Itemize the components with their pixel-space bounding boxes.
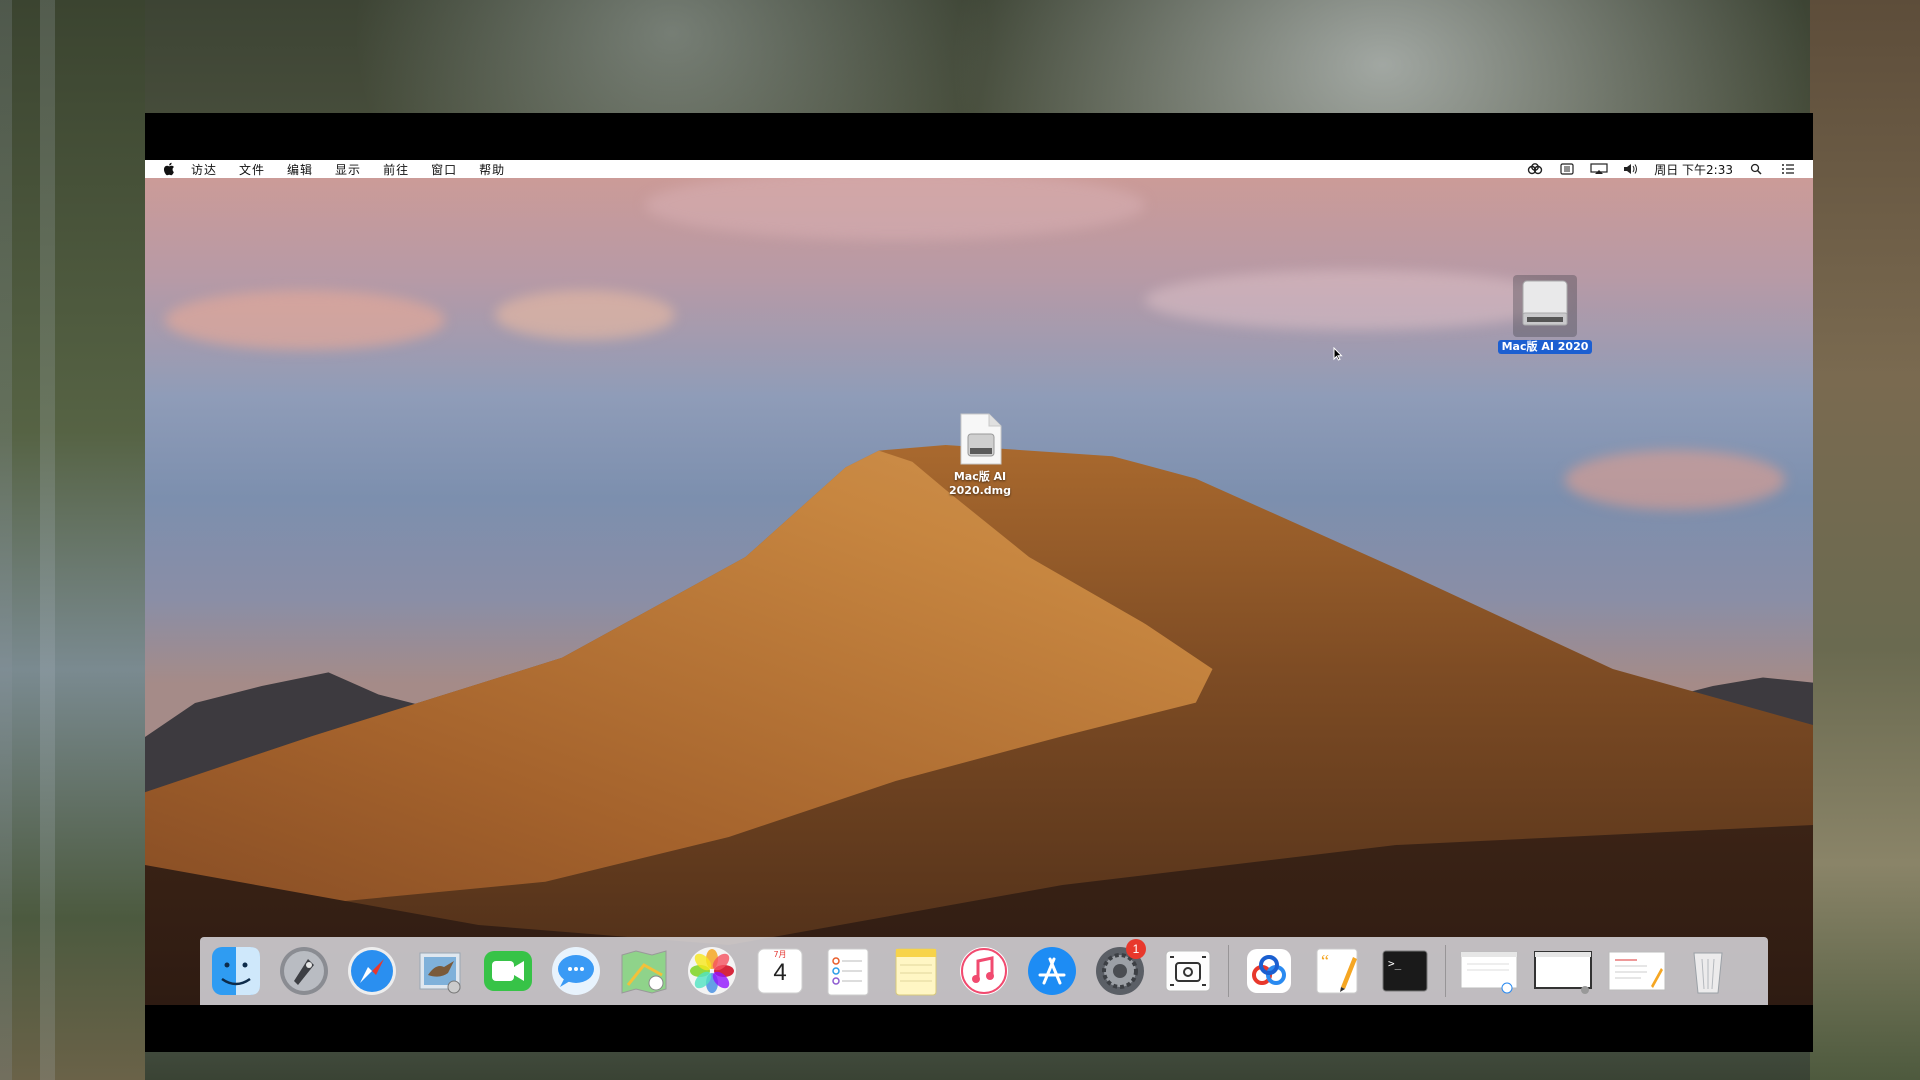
- safari-icon[interactable]: [344, 943, 400, 999]
- desktop-dmg-file[interactable]: Mac版 AI 2020.dmg: [935, 412, 1025, 498]
- dock-separator: [1228, 945, 1229, 997]
- menu-help[interactable]: 帮助: [479, 161, 505, 178]
- menu-clock[interactable]: 周日 下午2:33: [1654, 161, 1733, 178]
- photos-icon[interactable]: [684, 943, 740, 999]
- reminders-icon[interactable]: [820, 943, 876, 999]
- desktop-mounted-volume[interactable]: Mac版 AI 2020: [1490, 275, 1600, 354]
- calendar-icon[interactable]: 7月 4: [752, 943, 808, 999]
- airplay-icon[interactable]: [1590, 162, 1608, 176]
- trash-icon[interactable]: [1680, 943, 1736, 999]
- minimized-window-2[interactable]: [1532, 943, 1594, 999]
- baidu-netdisk-icon[interactable]: [1241, 943, 1297, 999]
- dock: 7月 4 1 “ >_: [200, 937, 1768, 1005]
- background-cliff-right: [1810, 0, 1920, 1080]
- notification-badge: 1: [1126, 939, 1146, 959]
- finder-icon[interactable]: [208, 943, 264, 999]
- itunes-icon[interactable]: [956, 943, 1012, 999]
- launchpad-icon[interactable]: [276, 943, 332, 999]
- dmg-file-label-line1: Mac版 AI: [953, 470, 1007, 483]
- dmg-file-icon: [957, 412, 1003, 470]
- pages-icon[interactable]: “: [1309, 943, 1365, 999]
- mac-desktop-screen: 访达 文件 编辑 显示 前往 窗口 帮助 周日 下午2:33 Mac版 AI 2…: [145, 160, 1813, 1005]
- minimized-window-1[interactable]: [1458, 943, 1520, 999]
- svg-text:“: “: [1321, 951, 1329, 971]
- messages-icon[interactable]: [548, 943, 604, 999]
- menu-bar: 访达 文件 编辑 显示 前往 窗口 帮助 周日 下午2:33: [145, 160, 1813, 178]
- system-preferences-icon[interactable]: 1: [1092, 939, 1148, 999]
- dmg-file-label-line2: 2020.dmg: [948, 484, 1011, 497]
- menu-window[interactable]: 窗口: [431, 161, 457, 178]
- apple-logo-icon[interactable]: [161, 162, 177, 176]
- volume-icon[interactable]: [1622, 162, 1640, 176]
- mail-icon[interactable]: [412, 943, 468, 999]
- mouse-cursor-icon: [1333, 346, 1343, 365]
- minimized-window-3[interactable]: [1606, 943, 1668, 999]
- menu-go[interactable]: 前往: [383, 161, 409, 178]
- menu-file[interactable]: 文件: [239, 161, 265, 178]
- calendar-day: 4: [773, 959, 787, 986]
- terminal-icon[interactable]: >_: [1377, 943, 1433, 999]
- facetime-icon[interactable]: [480, 943, 536, 999]
- input-source-icon[interactable]: [1558, 162, 1576, 176]
- spotlight-search-icon[interactable]: [1747, 162, 1765, 176]
- svg-text:>_: >_: [1388, 957, 1402, 970]
- notification-center-icon[interactable]: [1779, 162, 1797, 176]
- menu-view[interactable]: 显示: [335, 161, 361, 178]
- app-store-icon[interactable]: [1024, 943, 1080, 999]
- menu-edit[interactable]: 编辑: [287, 161, 313, 178]
- mounted-volume-label: Mac版 AI 2020: [1497, 340, 1593, 354]
- notes-icon[interactable]: [888, 943, 944, 999]
- baidu-netdisk-icon[interactable]: [1526, 162, 1544, 176]
- screenshot-icon[interactable]: [1160, 943, 1216, 999]
- menu-finder[interactable]: 访达: [191, 161, 217, 178]
- background-waterfall-left: [0, 0, 145, 1080]
- dock-separator-2: [1445, 945, 1446, 997]
- maps-icon[interactable]: [616, 943, 672, 999]
- external-drive-icon: [1513, 275, 1577, 337]
